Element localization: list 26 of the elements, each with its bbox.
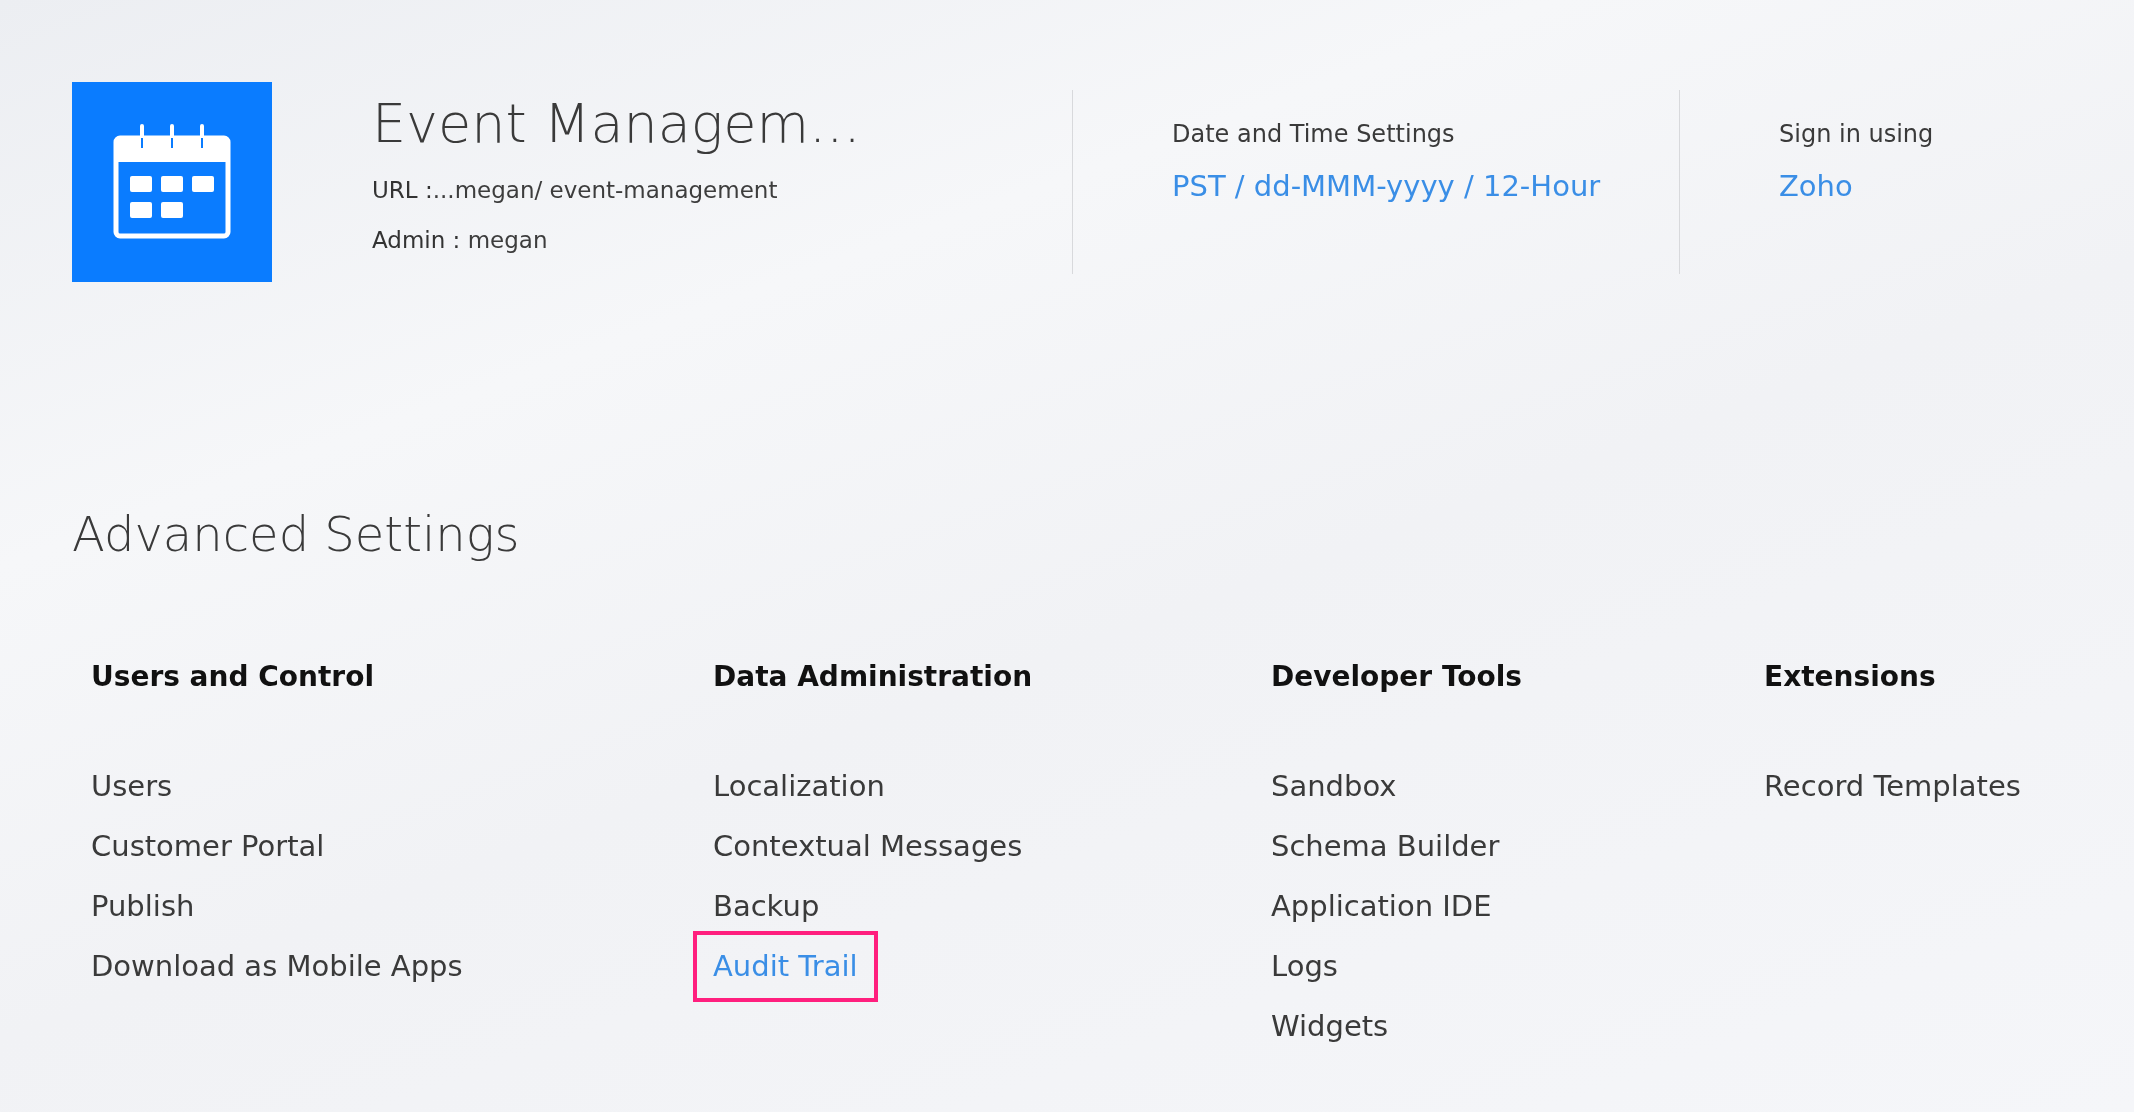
admin-label: Admin : xyxy=(372,227,461,254)
group-title: Data Administration xyxy=(713,660,1034,693)
settings-link[interactable]: Widgets xyxy=(1267,1003,1393,1050)
settings-link[interactable]: Localization xyxy=(709,763,889,810)
settings-link[interactable]: Backup xyxy=(709,883,824,930)
settings-link[interactable]: Logs xyxy=(1267,943,1342,990)
settings-link[interactable]: Sandbox xyxy=(1267,763,1401,810)
calendar-icon xyxy=(112,124,232,240)
setting-label: Date and Time Settings xyxy=(1172,120,1456,148)
settings-link[interactable]: Download as Mobile Apps xyxy=(87,943,467,990)
group-title: Developer Tools xyxy=(1271,660,1523,693)
group-title: Extensions xyxy=(1764,660,1937,693)
settings-link[interactable]: Customer Portal xyxy=(87,823,329,870)
group-title: Users and Control xyxy=(91,660,375,693)
url-label: URL : xyxy=(372,177,433,204)
app-name: Event Managem... xyxy=(372,94,862,154)
settings-link[interactable]: Schema Builder xyxy=(1267,823,1504,870)
admin-name: megan xyxy=(467,227,548,254)
app-url: ...megan/ event-management xyxy=(432,177,778,204)
settings-link[interactable]: Record Templates xyxy=(1760,763,2025,810)
settings-link[interactable]: Contextual Messages xyxy=(709,823,1027,870)
settings-link[interactable]: Application IDE xyxy=(1267,883,1496,930)
section-title: Advanced Settings xyxy=(72,506,521,562)
setting-label: Sign in using xyxy=(1779,120,1934,148)
settings-link[interactable]: Publish xyxy=(87,883,199,930)
settings-link[interactable]: Users xyxy=(87,763,177,810)
